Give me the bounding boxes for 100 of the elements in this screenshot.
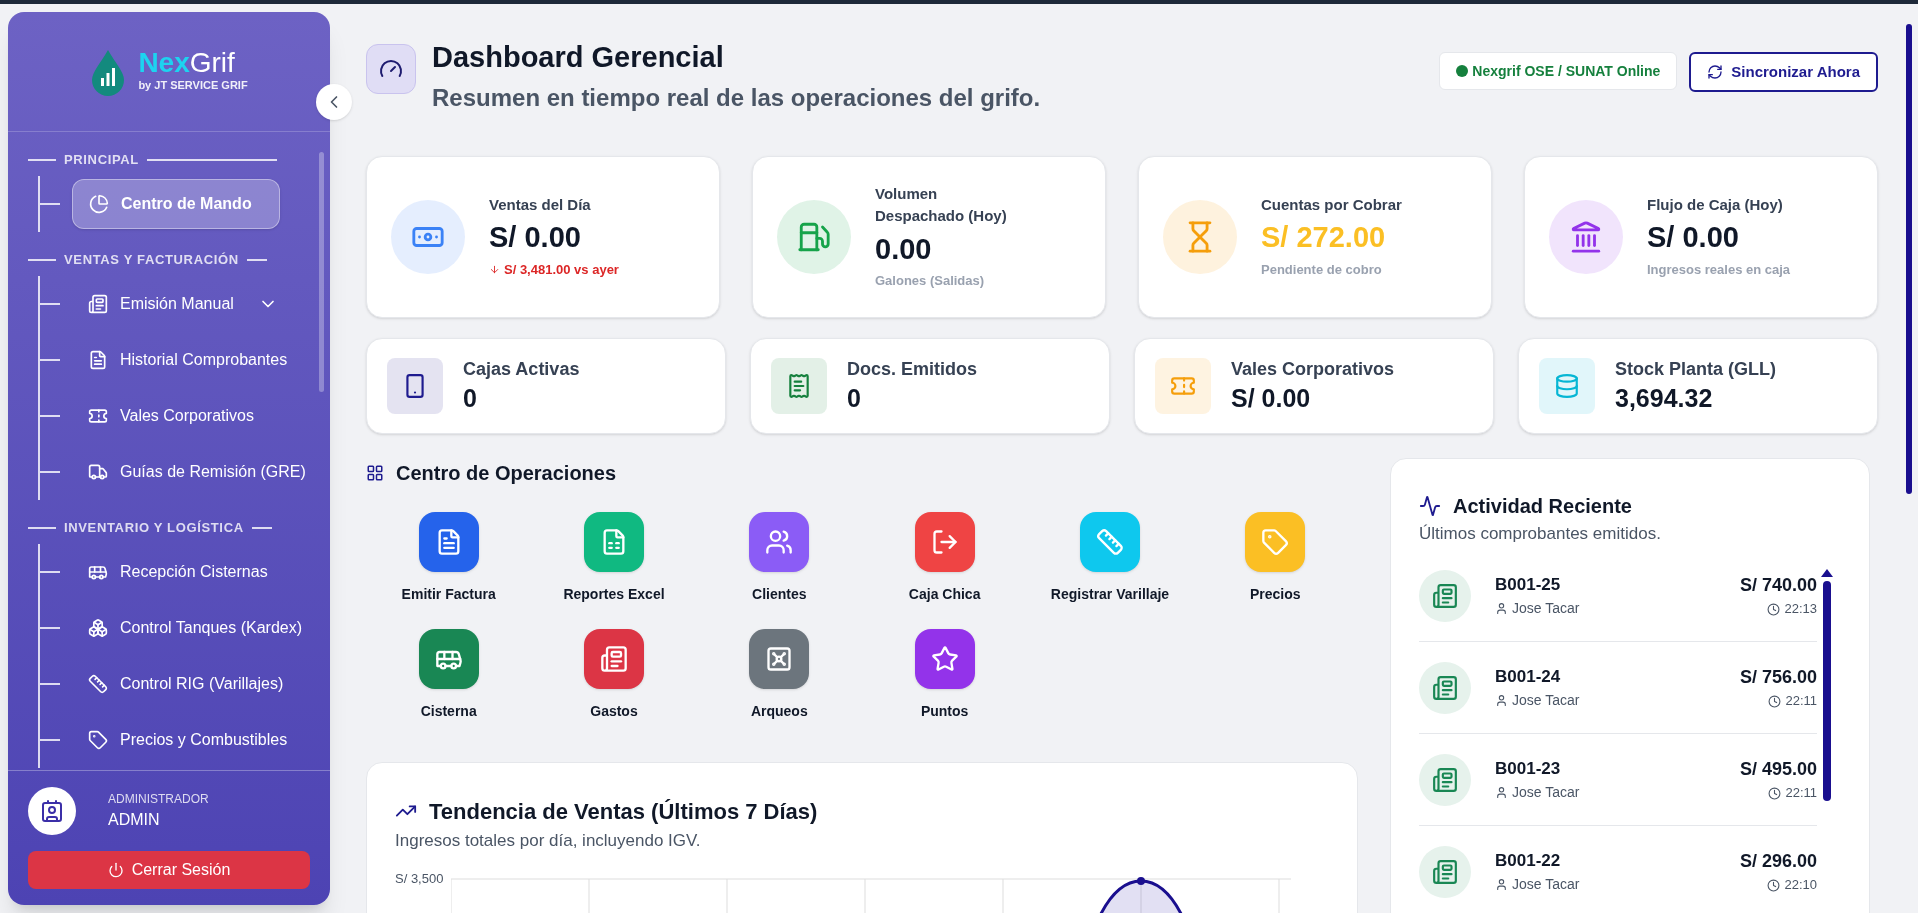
chart-subtitle: Ingresos totales por día, incluyendo IGV. [395, 829, 702, 852]
sidebar-item[interactable]: Control RIG (Varillajes) [72, 659, 300, 709]
receipt-icon [1419, 845, 1471, 898]
kpi-value: S/ 0.00 [489, 220, 582, 256]
time-label: 22:13 [1767, 599, 1817, 619]
amount: S/ 756.00 [1739, 666, 1817, 690]
shortcut-label: Emitir Factura [401, 584, 496, 604]
sidebar-item[interactable]: Precios y Combustibles [72, 715, 304, 765]
collapse-sidebar-button[interactable] [316, 84, 352, 120]
scrollbar-thumb[interactable] [319, 152, 324, 392]
shortcut-label: Puntos [920, 701, 969, 721]
shortcut-tile[interactable]: Emitir Factura [366, 511, 532, 605]
stat-label: Cajas Activas [463, 358, 580, 382]
user-avatar [28, 787, 76, 835]
shortcut-tile[interactable]: Arqueos [696, 628, 862, 722]
shortcut-label: Caja Chica [908, 584, 981, 604]
user-label: Jose Tacar [1495, 781, 1740, 803]
user-label: Jose Tacar [1495, 873, 1740, 895]
kpi-note: Pendiente de cobro [1261, 260, 1383, 279]
page-subtitle: Resumen en tiempo real de las operaciones del grifo. [432, 82, 1041, 113]
clock-icon [1767, 602, 1781, 616]
section-title: INVENTARIO Y LOGÍSTICA [64, 519, 244, 538]
sidebar-item[interactable]: Guías de Remisión (GRE) [72, 447, 322, 497]
grid-icon [366, 463, 384, 482]
kpi-note: Galones (Salidas) [875, 272, 986, 290]
time-label: 22:10 [1767, 875, 1817, 895]
kpi-label: Volumen Despachado (Hoy) [875, 183, 1008, 226]
kpi-value: 0.00 [875, 231, 933, 267]
logout-button[interactable]: Cerrar Sesión [28, 851, 310, 889]
section-heading: Centro de Operaciones [396, 460, 617, 486]
user-icon [1495, 785, 1508, 799]
kpi-value: S/ 272.00 [1261, 220, 1387, 256]
user-name: ADMIN [108, 810, 161, 830]
kpi-label: Cuentas por Cobrar [1261, 194, 1403, 215]
shortcut-label: Reportes Excel [563, 584, 665, 604]
pulse-icon [1419, 494, 1441, 517]
shortcut-tile[interactable]: Precios [1192, 511, 1358, 605]
trend-text: S/ 3,481.00 vs ayer [504, 260, 619, 279]
user-role: ADMINISTRADOR [108, 791, 209, 808]
stat-label: Docs. Emitidos [847, 358, 978, 382]
clock-icon [1767, 878, 1781, 892]
document-number: B001-25 [1495, 574, 1562, 597]
refresh-icon [1707, 64, 1724, 80]
shortcut-label: Cisterna [420, 701, 477, 721]
user-icon [1495, 877, 1508, 891]
stat-value: 0 [847, 383, 862, 415]
axis-label: S/ 3,500 [395, 870, 444, 888]
chart-title: Tendencia de Ventas (Últimos 7 Días) [429, 797, 818, 826]
clock-icon [1768, 786, 1782, 800]
shortcut-label: Arqueos [750, 701, 808, 721]
document-number: B001-22 [1495, 850, 1562, 873]
kpi-note: Ingresos reales en caja [1647, 260, 1792, 279]
shortcut-label: Gastos [590, 701, 638, 721]
section-title: PRINCIPAL [64, 151, 139, 170]
activity-title: Actividad Reciente [1453, 493, 1632, 519]
user-icon [1495, 601, 1508, 615]
amount: S/ 495.00 [1739, 758, 1817, 782]
page-title: Dashboard Gerencial [432, 40, 725, 75]
time-label: 22:11 [1768, 691, 1817, 711]
receipt-icon [1419, 753, 1471, 806]
stat-label: Stock Planta (GLL) [1615, 358, 1776, 382]
status-badge: Nexgrif OSE / SUNAT Online [1439, 52, 1678, 90]
sidebar-item[interactable]: Control Tanques (Kardex) [72, 603, 319, 653]
shortcut-label: Precios [1250, 584, 1301, 604]
user-label: Jose Tacar [1495, 597, 1740, 619]
user-icon [1495, 693, 1508, 707]
page-scrollbar-thumb[interactable] [1906, 24, 1912, 494]
kpi-value: S/ 0.00 [1647, 220, 1740, 256]
document-number: B001-23 [1495, 758, 1562, 781]
brand-name: NexGrif [138, 49, 236, 78]
stat-value: 3,694.32 [1615, 383, 1714, 415]
amount: S/ 296.00 [1739, 850, 1817, 874]
shortcut-tile[interactable]: Puntos [862, 628, 1028, 722]
sidebar-item[interactable]: Emisión Manual [72, 279, 294, 329]
shortcut-tile[interactable]: Reportes Excel [531, 511, 697, 605]
sidebar-item[interactable]: Vales Corporativos [72, 391, 270, 441]
kpi-label: Ventas del Día [489, 194, 592, 215]
shortcut-tile[interactable]: Registrar Varillaje [1027, 511, 1193, 605]
kpi-label: Flujo de Caja (Hoy) [1647, 194, 1784, 215]
amount: S/ 740.00 [1739, 574, 1817, 598]
time-label: 22:11 [1768, 783, 1817, 803]
stat-value: S/ 0.00 [1231, 383, 1312, 415]
receipt-icon [1419, 569, 1471, 622]
stat-label: Vales Corporativos [1231, 358, 1395, 382]
shortcut-tile[interactable]: Clientes [696, 511, 862, 605]
section-title: VENTAS Y FACTURACIÓN [64, 251, 239, 270]
power-icon [107, 862, 124, 878]
document-number: B001-24 [1495, 666, 1562, 689]
activity-subtitle: Últimos comprobantes emitidos. [1419, 522, 1662, 545]
shortcut-label: Registrar Varillaje [1050, 584, 1170, 604]
user-label: Jose Tacar [1495, 689, 1740, 711]
receipt-icon [1419, 661, 1471, 714]
sync-button[interactable]: Sincronizar Ahora [1689, 52, 1878, 92]
sidebar-item[interactable]: Historial Comprobantes [72, 335, 304, 385]
shortcut-tile[interactable]: Cisterna [366, 628, 532, 722]
shortcut-tile[interactable]: Gastos [531, 628, 697, 722]
sidebar-item[interactable]: Recepción Cisternas [72, 547, 284, 597]
shortcut-tile[interactable]: Caja Chica [862, 511, 1028, 605]
clock-icon [1768, 694, 1782, 708]
brand-tagline: by JT SERVICE GRIF [138, 78, 248, 94]
